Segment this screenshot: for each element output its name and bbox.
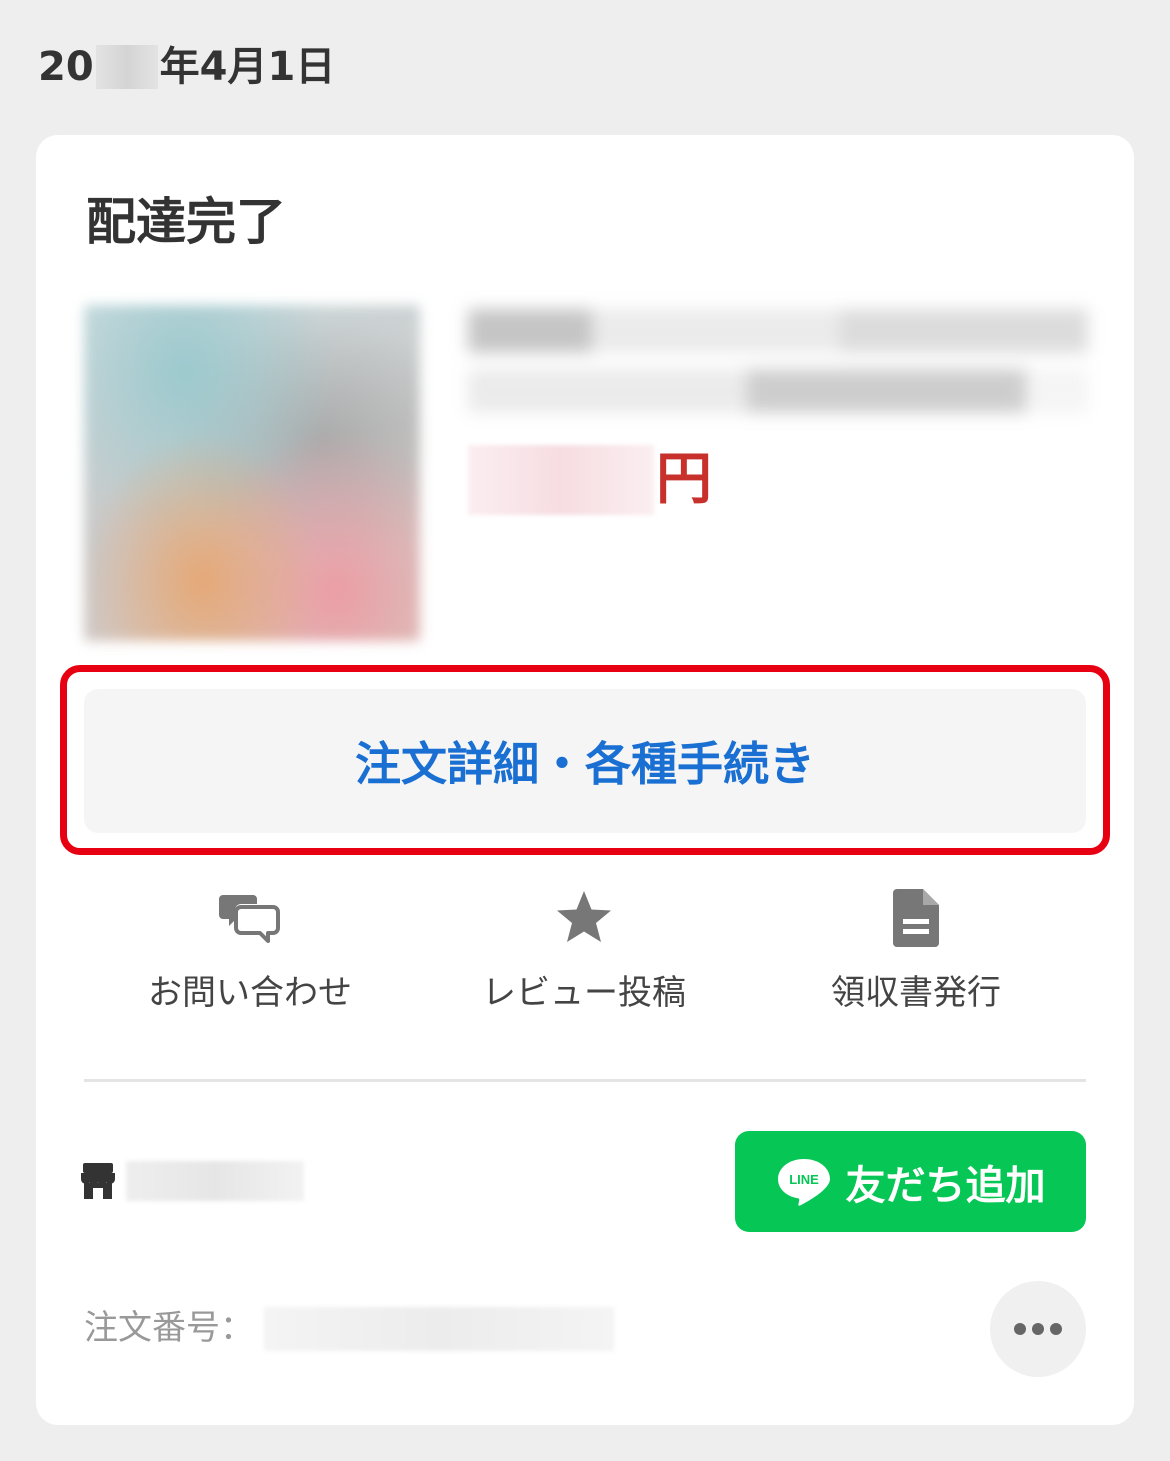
store-name-redacted[interactable]: [126, 1161, 304, 1201]
inquiry-label: お問い合わせ: [148, 973, 352, 1013]
line-add-friend-button[interactable]: LINE 友だち追加: [735, 1131, 1086, 1232]
receipt-action[interactable]: 領収書発行: [766, 885, 1066, 1025]
store-icon[interactable]: [80, 1161, 116, 1201]
line-logo-icon: LINE: [777, 1158, 830, 1206]
price-unit: 円: [656, 447, 712, 512]
more-options-button[interactable]: [990, 1281, 1086, 1377]
order-card: 配達完了 円 注文詳細・各種手続き お問い合わせ レビュー投稿 領収書発行 LI…: [36, 135, 1134, 1425]
divider: [84, 1079, 1086, 1082]
review-label: レビュー投稿: [482, 973, 686, 1013]
chat-bubbles-icon: [219, 895, 280, 943]
product-name-redacted[interactable]: [468, 309, 1088, 413]
order-number-label: 注文番号：: [84, 1308, 254, 1348]
inquiry-action[interactable]: お問い合わせ: [100, 885, 400, 1025]
redacted-year: [95, 45, 158, 89]
receipt-label: 領収書発行: [831, 973, 1001, 1013]
review-action[interactable]: レビュー投稿: [434, 885, 734, 1025]
date-prefix: 20: [38, 44, 94, 90]
star-icon: [557, 891, 611, 942]
order-detail-button[interactable]: 注文詳細・各種手続き: [84, 689, 1086, 833]
order-date: 20 年4月1日: [38, 40, 335, 94]
price-value-redacted: [468, 445, 654, 515]
more-dots-icon: [1014, 1323, 1062, 1335]
delivery-status: 配達完了: [86, 193, 286, 251]
line-add-friend-label: 友だち追加: [845, 1162, 1046, 1209]
product-image[interactable]: [84, 305, 420, 641]
line-logo-text: LINE: [789, 1172, 819, 1187]
date-suffix: 年4月1日: [159, 44, 336, 90]
document-icon: [893, 889, 939, 947]
product-price: 円: [468, 445, 712, 515]
order-number-redacted: [264, 1307, 614, 1351]
